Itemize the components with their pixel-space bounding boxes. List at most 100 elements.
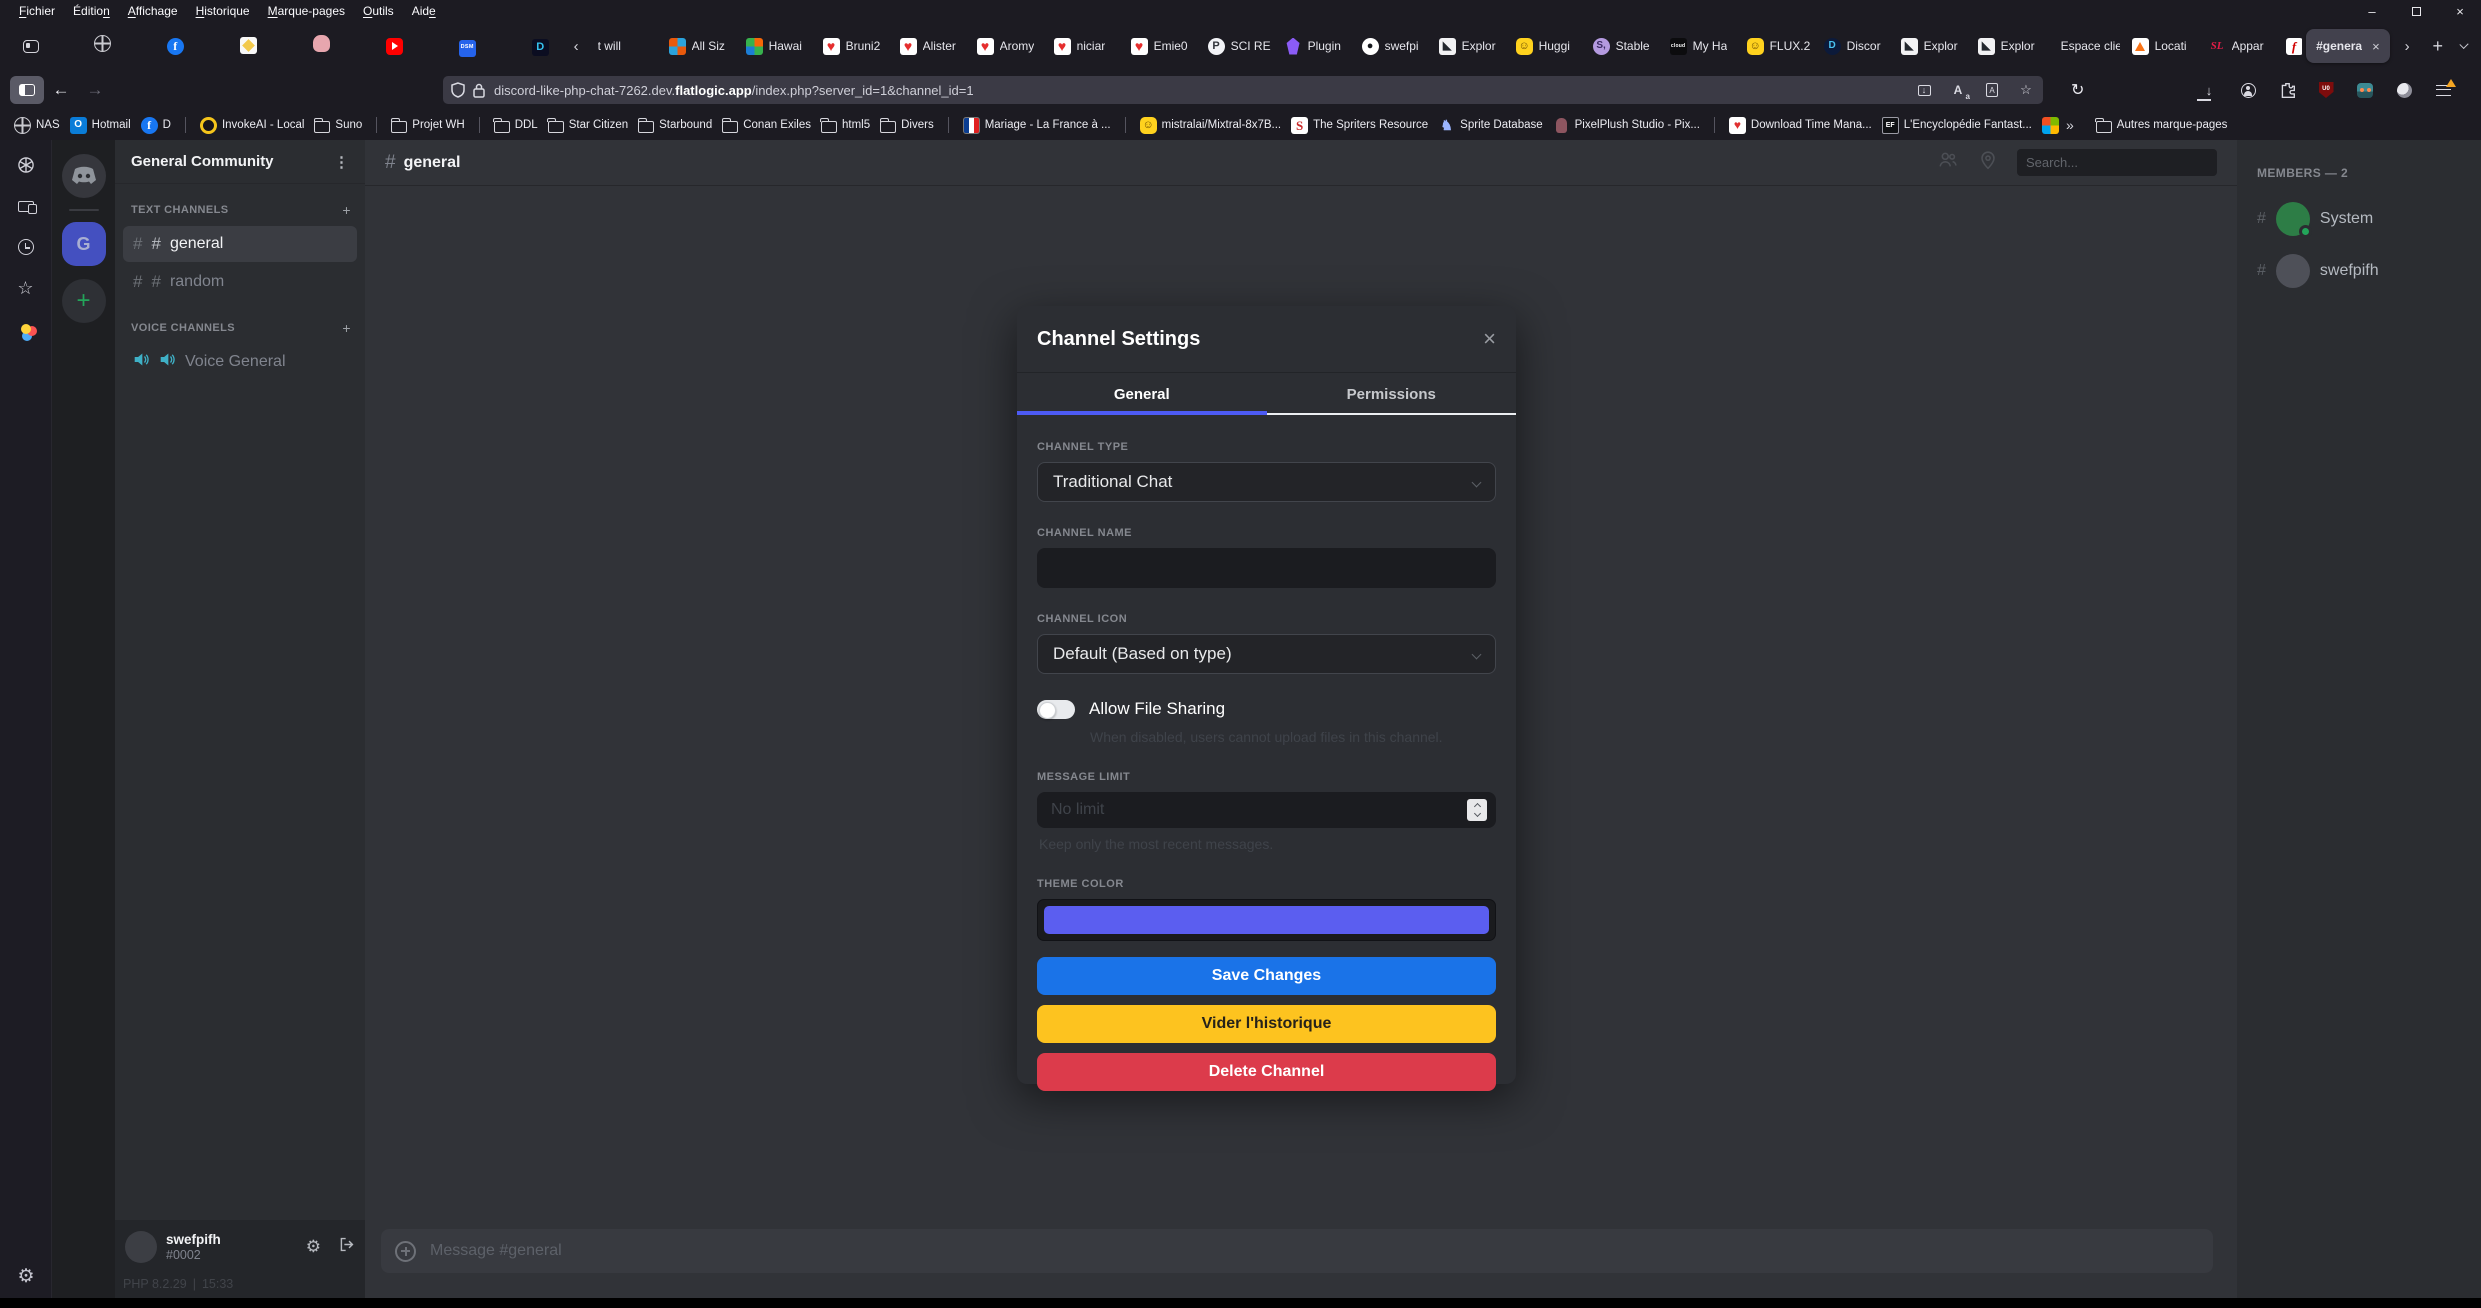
pinned-tab-youtube[interactable] [386,37,403,55]
browser-tab[interactable]: ♥Alister [894,29,971,63]
browser-tab[interactable]: Plugin [1279,29,1356,63]
pinned-tab-sprite[interactable] [313,35,330,57]
new-tab-button[interactable]: + [2427,36,2449,57]
containers-icon[interactable] [15,318,37,340]
bookmark-item[interactable]: La connexion Wifi et E... [2042,117,2060,134]
close-button[interactable]: × [2451,4,2469,19]
bookmarks-sidebar-icon[interactable]: ☆ [15,277,37,299]
clear-history-button[interactable]: Vider l'historique [1037,1005,1496,1043]
bookmark-item[interactable]: Star Citizen [548,118,628,133]
other-bookmarks[interactable]: Autres marque-pages [2096,118,2228,133]
tab-close-icon[interactable]: × [2372,39,2380,54]
browser-tab[interactable]: Espace clie [2049,29,2126,63]
message-input[interactable] [430,1242,2199,1260]
browser-tab[interactable]: Locati [2126,29,2203,63]
browser-tab[interactable]: cloudMy Ha [1664,29,1741,63]
member-row[interactable]: #System [2257,202,2481,236]
ublock-button[interactable]: U0 [2316,80,2336,100]
user-settings-gear-icon[interactable]: ⚙ [306,1237,321,1257]
server-tile-general-community[interactable]: G [62,222,106,266]
channel-type-select[interactable]: Traditional Chat [1037,462,1496,502]
user-avatar[interactable] [125,1231,157,1263]
bookmark-item[interactable]: DDL [494,118,538,133]
minimize-button[interactable]: – [2363,4,2381,19]
extensions-button[interactable] [2277,80,2297,100]
file-sharing-toggle[interactable] [1037,700,1075,719]
reload-button[interactable]: ↻ [2071,80,2084,100]
scroll-tabs-right-button[interactable]: › [2398,38,2417,55]
pinned-tab-globe[interactable] [94,35,111,57]
menu-fichier[interactable]: Fichier [10,2,64,20]
bookmark-star-button[interactable]: ☆ [2017,81,2035,99]
synced-tabs-icon[interactable] [15,195,37,217]
message-limit-input[interactable] [1037,792,1496,828]
browser-tab[interactable]: ♥Aromy [971,29,1048,63]
members-toggle-icon[interactable] [1937,149,1959,176]
bookmark-item[interactable]: html5 [821,118,870,133]
menu-historique[interactable]: Historique [187,2,259,20]
add-voice-channel-button[interactable]: + [342,320,351,336]
bookmark-item[interactable]: Divers [880,118,934,133]
bookmark-item[interactable]: Starbound [638,118,712,133]
add-text-channel-button[interactable]: + [342,202,351,218]
pinned-tab-facebook[interactable]: f [167,37,184,55]
browser-tab[interactable]: fFree : [2280,29,2302,63]
browser-tab[interactable]: ●swefpi [1356,29,1433,63]
active-tab[interactable]: #genera × [2306,29,2390,63]
menu-édition[interactable]: Édition [64,2,119,20]
browser-tab[interactable]: ☺Huggi [1510,29,1587,63]
browser-tab[interactable]: ◣Explor [1433,29,1510,63]
firefox-view-button[interactable] [18,31,44,61]
bookmark-item[interactable]: Mariage - La France à ... [963,117,1111,134]
forward-button[interactable]: → [78,80,112,100]
theme-color-picker[interactable] [1037,899,1496,941]
channel-icon-select[interactable]: Default (Based on type) [1037,634,1496,674]
bookmarks-overflow-button[interactable]: » [2066,117,2074,133]
member-row[interactable]: #swefpifh [2257,254,2481,288]
downloads-button[interactable]: ↓ [2199,80,2219,100]
browser-tab[interactable]: DDiscor [1818,29,1895,63]
add-server-button[interactable]: + [62,279,106,323]
scroll-tabs-left-button[interactable]: ‹ [567,38,586,55]
bookmark-item[interactable]: Conan Exiles [722,118,811,133]
bookmark-item[interactable]: SThe Spriters Resource [1291,117,1428,134]
translate-button[interactable]: Aa [1949,81,1967,99]
number-spinner[interactable] [1467,799,1487,821]
list-tabs-button[interactable] [2459,39,2468,48]
channel-name-input[interactable] [1037,548,1496,588]
browser-tab[interactable]: PSCI RE [1202,29,1279,63]
channel-general[interactable]: ##general [123,226,357,262]
message-composer[interactable] [381,1229,2213,1273]
bookmark-item[interactable]: fD [141,117,171,134]
pinned-messages-icon[interactable] [1977,149,1999,176]
pinned-tab-deviantart[interactable]: D [532,37,549,56]
bookmark-item[interactable]: OHotmail [70,117,131,134]
search-input[interactable] [2017,149,2217,176]
sidebar-toggle-button[interactable] [10,76,44,104]
modal-close-icon[interactable]: × [1483,328,1496,350]
maximize-button[interactable] [2407,4,2425,19]
bookmark-item[interactable]: ☺mistralai/Mixtral-8x7B... [1140,117,1282,134]
sphere-extension-button[interactable] [2394,80,2414,100]
tab-general[interactable]: General [1017,373,1267,415]
sidebar-settings-gear-icon[interactable]: ⚙ [0,1265,52,1288]
save-page-button[interactable]: ↓ [1915,81,1933,99]
account-button[interactable] [2238,80,2258,100]
pinned-tab-diamond[interactable] [240,37,257,55]
bookmark-item[interactable]: InvokeAI - Local [200,117,304,134]
browser-tab[interactable]: SLAppar [2203,29,2280,63]
server-menu-icon[interactable]: ⋮ [334,153,349,171]
reader-mode-button[interactable]: A [1983,81,2001,99]
menu-marque-pages[interactable]: Marque-pages [259,2,354,20]
bookmark-item[interactable]: ♥Download Time Mana... [1729,117,1872,134]
tab-permissions[interactable]: Permissions [1267,373,1517,415]
menu-outils[interactable]: Outils [354,2,403,20]
browser-tab[interactable]: ♥Emie0 [1125,29,1202,63]
browser-tab[interactable]: ☺FLUX.2 [1741,29,1818,63]
app-menu-button[interactable] [2433,80,2453,100]
bookmark-item[interactable]: NAS [14,117,60,134]
logout-icon[interactable] [338,1236,355,1258]
channel-random[interactable]: ##random [123,264,357,300]
browser-tab[interactable]: t will [586,29,663,63]
browser-tab[interactable]: Hawai [740,29,817,63]
